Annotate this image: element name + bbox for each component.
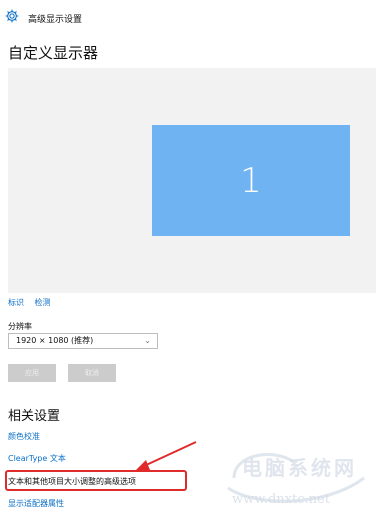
detect-link[interactable]: 检测 bbox=[35, 298, 51, 307]
gear-icon bbox=[4, 8, 20, 24]
window-title: 高级显示设置 bbox=[28, 15, 83, 25]
customize-display-heading: 自定义显示器 bbox=[8, 44, 99, 62]
watermark-text: 电脑系统网 bbox=[242, 456, 357, 480]
apply-button[interactable]: 应用 bbox=[8, 364, 56, 382]
resolution-value: 1920 × 1080 (推荐) bbox=[16, 336, 94, 345]
display-arrangement-area[interactable]: 1 bbox=[8, 68, 376, 293]
identify-link[interactable]: 标识 bbox=[8, 298, 24, 307]
display-adapter-properties-link[interactable]: 显示适配器属性 bbox=[8, 498, 64, 509]
cleartype-text-link[interactable]: ClearType 文本 bbox=[8, 453, 66, 464]
display-actions: 标识 检测 bbox=[8, 297, 59, 308]
highlight-box bbox=[5, 470, 187, 491]
resolution-label: 分辨率 bbox=[8, 322, 32, 331]
cancel-button[interactable]: 取消 bbox=[68, 364, 116, 382]
watermark: 电脑系统网 www.dnxtc.net bbox=[214, 448, 376, 512]
watermark-url: www.dnxtc.net bbox=[232, 492, 330, 507]
related-settings-heading: 相关设置 bbox=[8, 409, 61, 424]
resolution-dropdown[interactable]: 1920 × 1080 (推荐) ⌄ bbox=[8, 333, 158, 349]
monitor-1-tile[interactable]: 1 bbox=[152, 125, 350, 236]
chevron-down-icon: ⌄ bbox=[144, 336, 151, 345]
color-calibration-link[interactable]: 颜色校准 bbox=[8, 431, 40, 442]
